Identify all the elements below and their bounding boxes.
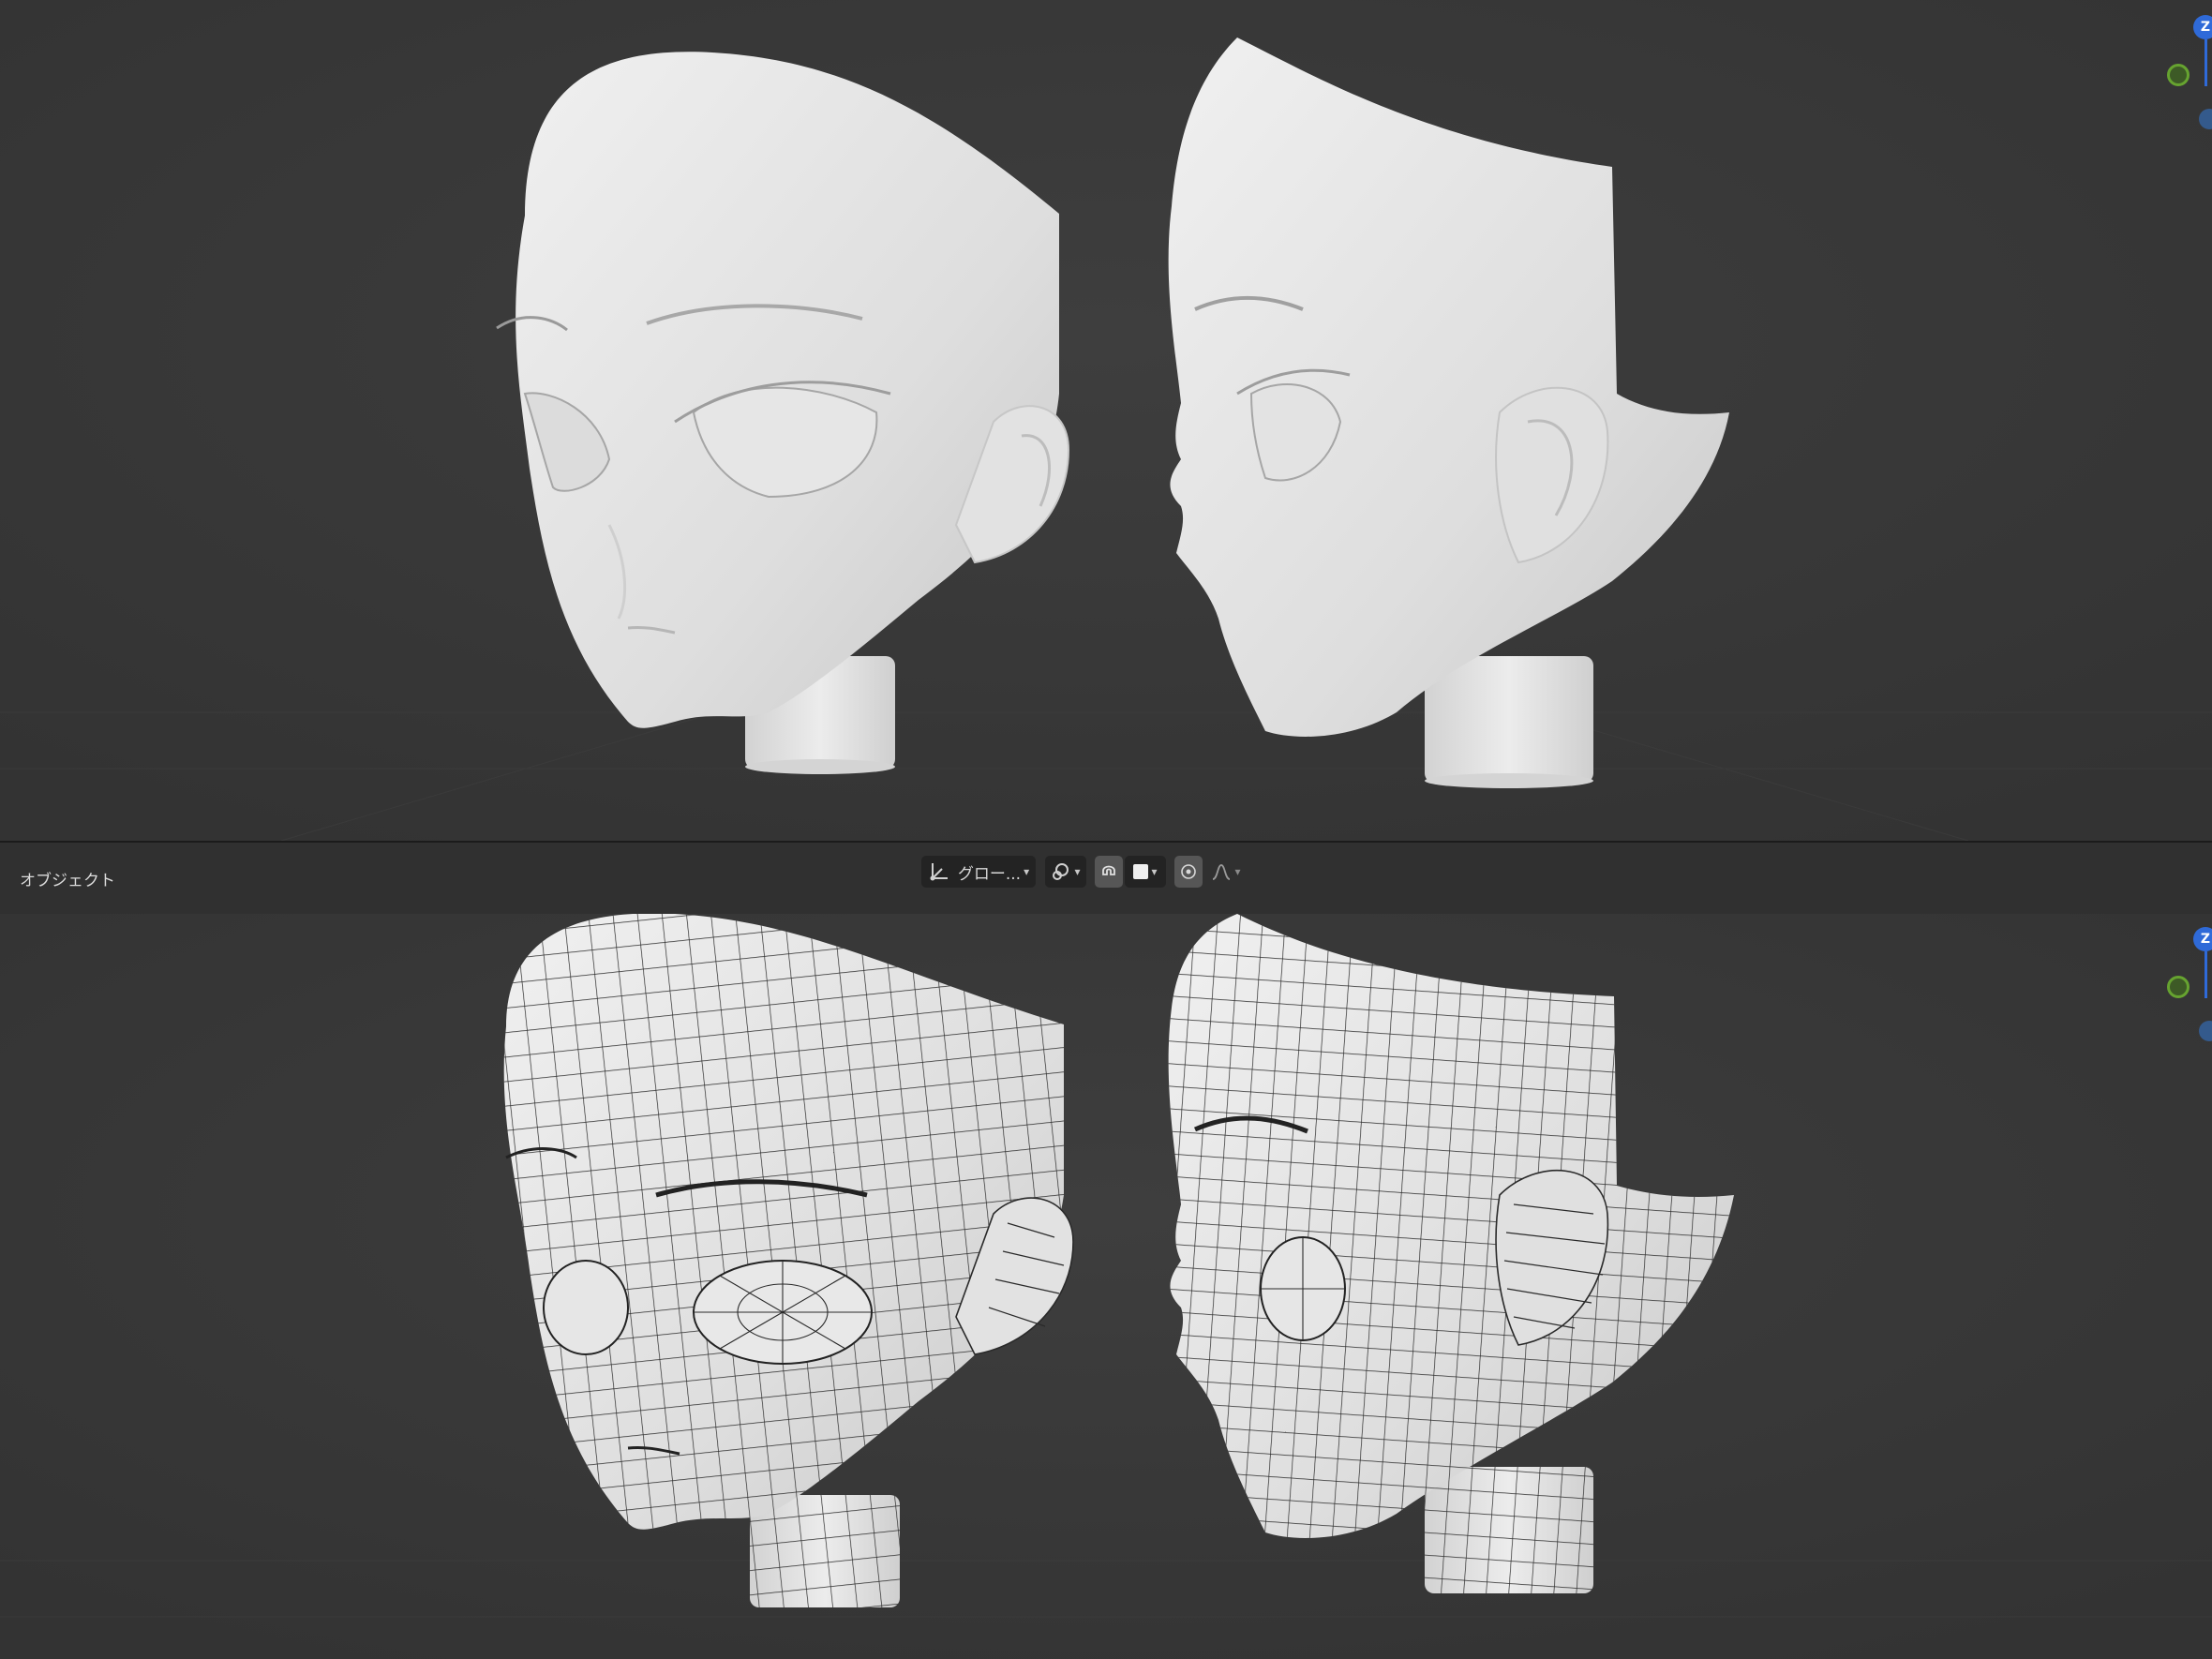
viewport-wireframe[interactable]: Z [0, 914, 2212, 1659]
pivot-point-dropdown[interactable]: ▾ [1045, 856, 1086, 888]
chevron-down-icon: ▾ [1024, 865, 1030, 878]
falloff-curve-icon [1213, 864, 1231, 880]
color-swatch-icon [1133, 864, 1149, 879]
y-axis-icon[interactable] [2167, 976, 2190, 998]
chevron-down-icon: ▾ [1234, 865, 1241, 878]
z-axis-icon[interactable]: Z [2193, 927, 2212, 951]
x-axis-icon[interactable] [2199, 1021, 2212, 1041]
transform-orientation-label: グロー... [957, 864, 1022, 884]
wireframe-heads-canvas [0, 914, 2212, 1659]
solid-heads-canvas [0, 0, 2212, 841]
link-pivot-icon [1053, 863, 1069, 880]
mode-label[interactable]: オブジェクト [20, 867, 115, 890]
proportional-edit-icon [1181, 864, 1196, 879]
viewport-header: オブジェクト グロー... ▾ ▾ ▾ ▾ [0, 841, 2212, 914]
navigation-gizmo-top[interactable]: Z [2156, 15, 2212, 137]
snap-toggle[interactable] [1095, 856, 1123, 888]
z-axis-line-icon [2205, 951, 2207, 998]
transform-axes-icon [930, 863, 948, 881]
transform-orientation-dropdown[interactable]: グロー... ▾ [921, 856, 1036, 888]
navigation-gizmo-bottom[interactable]: Z [2156, 927, 2212, 1049]
falloff-dropdown[interactable]: ▾ [1205, 856, 1247, 888]
y-axis-icon[interactable] [2167, 64, 2190, 86]
snap-target-dropdown[interactable]: ▾ [1125, 856, 1166, 888]
chevron-down-icon: ▾ [1151, 865, 1158, 878]
chevron-down-icon: ▾ [1074, 865, 1081, 878]
snap-icon [1102, 865, 1115, 875]
x-axis-icon[interactable] [2199, 109, 2212, 129]
proportional-edit-toggle[interactable] [1174, 856, 1203, 888]
z-axis-line-icon [2205, 39, 2207, 86]
z-axis-icon[interactable]: Z [2193, 15, 2212, 39]
viewport-solid[interactable]: Z [0, 0, 2212, 841]
